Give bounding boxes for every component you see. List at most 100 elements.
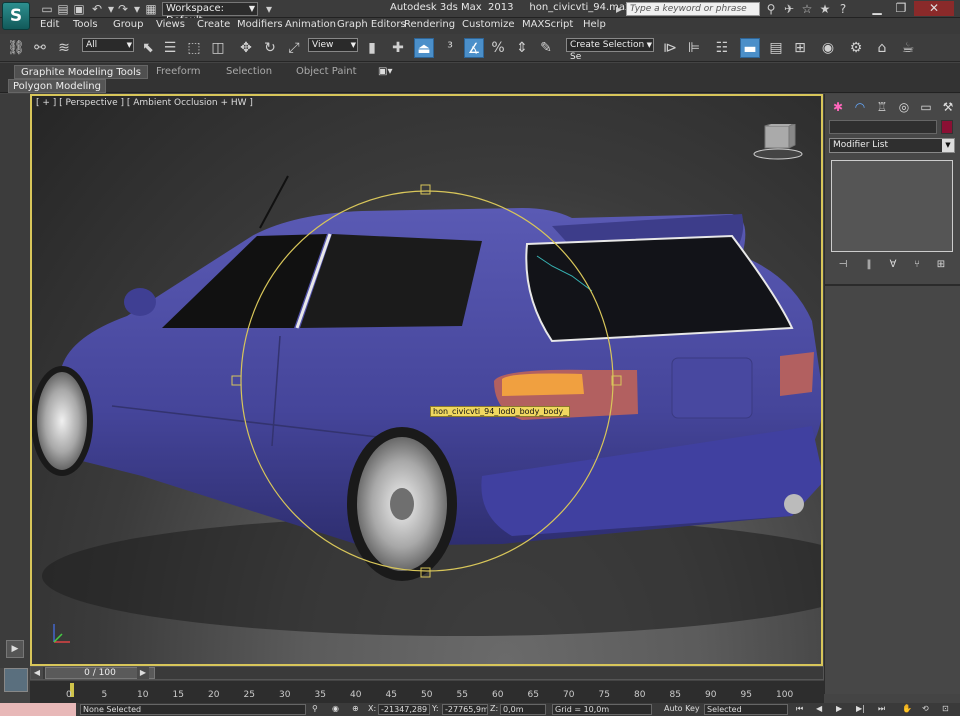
select-manipulate-icon[interactable]: ✚ [388, 38, 408, 58]
go-to-end-icon[interactable]: ⏭ [878, 704, 885, 714]
create-tab-icon[interactable]: ✱ [829, 98, 847, 116]
maximize-viewport-icon[interactable]: ⊡ [942, 704, 949, 713]
menu-views[interactable]: Views [156, 19, 185, 30]
prev-frame-icon[interactable]: ◀ [816, 704, 822, 713]
car-model[interactable] [32, 96, 823, 666]
menu-maxscript[interactable]: MAXScript [522, 19, 573, 30]
app-logo-button[interactable]: S [2, 2, 30, 30]
move-icon[interactable]: ✥ [236, 38, 256, 58]
hierarchy-tab-icon[interactable]: ♖ [873, 98, 891, 116]
render-teapot-icon[interactable]: ☕ [898, 38, 918, 58]
menu-animation[interactable]: Animation [285, 19, 336, 30]
snaps-toggle-icon[interactable]: ³ [440, 38, 460, 58]
x-coord-field[interactable]: -21347,289 [378, 704, 430, 715]
menu-help[interactable]: Help [583, 19, 606, 30]
window-crossing-icon[interactable]: ◫ [208, 38, 228, 58]
align-icon[interactable]: ⊫ [684, 38, 704, 58]
new-file-icon[interactable]: ▭ [40, 2, 54, 16]
minimize-button[interactable]: ▁ [866, 1, 888, 16]
maxscript-mini-listener[interactable] [0, 703, 76, 716]
next-frame-icon[interactable]: ▶| [856, 704, 865, 713]
ribbon-options-icon[interactable]: ▣▾ [372, 65, 398, 79]
remove-modifier-icon[interactable]: ⑂ [909, 258, 925, 272]
tab-selection[interactable]: Selection [220, 65, 278, 79]
time-slider-next-icon[interactable]: ▶ [137, 667, 149, 679]
modifier-stack-list[interactable] [831, 160, 953, 252]
rectangular-selection-icon[interactable]: ⬚ [184, 38, 204, 58]
auto-key-label[interactable]: Auto Key [664, 704, 700, 713]
display-tab-icon[interactable]: ▭ [917, 98, 935, 116]
select-by-name-icon[interactable]: ☰ [160, 38, 180, 58]
menu-tools[interactable]: Tools [73, 19, 98, 30]
panel-polygon-modeling[interactable]: Polygon Modeling [8, 79, 106, 93]
search-input[interactable]: Type a keyword or phrase [626, 2, 760, 16]
keyboard-shortcut-override-icon[interactable]: ⏏ [414, 38, 434, 58]
rendered-frame-icon[interactable]: ⌂ [872, 38, 892, 58]
perspective-viewport[interactable]: [ + ] [ Perspective ] [ Ambient Occlusio… [30, 94, 823, 666]
pan-icon[interactable]: ✋ [902, 704, 912, 713]
menu-customize[interactable]: Customize [462, 19, 515, 30]
named-selection-dropdown[interactable]: Create Selection Se ▼ [566, 38, 654, 62]
tab-object-paint[interactable]: Object Paint [290, 65, 363, 79]
orbit-icon[interactable]: ⟲ [922, 704, 929, 713]
maxscript-listener-button[interactable] [4, 668, 28, 692]
open-file-icon[interactable]: ▤ [56, 2, 70, 16]
project-folder-icon[interactable]: ▦ [144, 2, 158, 16]
modify-tab-icon[interactable]: ◠ [851, 98, 869, 116]
undo-icon[interactable]: ↶ [90, 2, 104, 16]
redo-dropdown-icon[interactable]: ▾ [130, 2, 144, 16]
track-bar[interactable]: 0 5 10 15 20 25 30 35 40 45 50 55 60 65 70 75 80 85 90 95 10… [30, 681, 824, 703]
configure-modifier-sets-icon[interactable]: ⊞ [933, 258, 949, 272]
edit-named-selection-icon[interactable]: ✎ [536, 38, 556, 58]
menu-modifiers[interactable]: Modifiers [237, 19, 283, 30]
favorites-icon[interactable]: ★ [818, 2, 832, 16]
tab-freeform[interactable]: Freeform [150, 65, 207, 79]
material-editor-icon[interactable]: ◉ [818, 38, 838, 58]
key-mode-dropdown[interactable]: Selected [704, 704, 788, 715]
unlink-icon[interactable]: ⚯ [30, 38, 50, 58]
tab-graphite-modeling-tools[interactable]: Graphite Modeling Tools [14, 65, 149, 79]
percent-snap-icon[interactable]: % [488, 38, 508, 58]
viewcube-icon[interactable] [753, 124, 803, 160]
menu-group[interactable]: Group [113, 19, 143, 30]
restore-button[interactable]: ❐ [890, 1, 912, 16]
curve-editor-icon[interactable]: ▤ [766, 38, 786, 58]
spinner-snap-icon[interactable]: ⇕ [512, 38, 532, 58]
scale-icon[interactable]: ⤢ [284, 38, 304, 58]
go-to-start-icon[interactable]: ⏮ [796, 704, 803, 714]
search-nav-icon[interactable]: ▸ [612, 2, 626, 16]
workspace-dropdown[interactable]: Workspace: Default▼ [162, 2, 258, 26]
absolute-mode-icon[interactable]: ⊕ [352, 704, 359, 713]
link-icon[interactable]: ⛓ [6, 38, 26, 58]
make-unique-icon[interactable]: ∀ [885, 258, 901, 272]
rotate-icon[interactable]: ↻ [260, 38, 280, 58]
menu-edit[interactable]: Edit [40, 19, 59, 30]
play-animation-button[interactable]: ▶ [6, 640, 24, 658]
object-color-swatch[interactable] [941, 120, 953, 134]
gizmo-handle-top[interactable] [420, 184, 431, 195]
help-icon[interactable]: ? [836, 2, 850, 16]
mirror-icon[interactable]: ⧐ [660, 38, 680, 58]
isolate-selection-icon[interactable]: ◉ [332, 704, 339, 713]
time-slider-prev-icon[interactable]: ◀ [31, 667, 43, 679]
binoculars-icon[interactable]: ⚲ [764, 2, 778, 16]
communication-center-icon[interactable]: ☆ [800, 2, 814, 16]
modifier-list-dropdown[interactable]: Modifier List ▼ [829, 138, 955, 153]
show-end-result-icon[interactable]: ‖ [861, 258, 877, 272]
quick-access-dropdown-icon[interactable]: ▾ [262, 2, 276, 16]
layer-manager-icon[interactable]: ☷ [712, 38, 732, 58]
subscription-icon[interactable]: ✈ [782, 2, 796, 16]
graphite-toggle-icon[interactable]: ▬ [740, 38, 760, 58]
reference-coordinate-dropdown[interactable]: View ▼ [308, 38, 358, 52]
lock-selection-icon[interactable]: ⚲ [312, 704, 318, 713]
save-file-icon[interactable]: ▣ [72, 2, 86, 16]
object-name-field[interactable] [829, 120, 937, 134]
menu-rendering[interactable]: Rendering [404, 19, 455, 30]
pin-stack-icon[interactable]: ⊣ [835, 258, 851, 272]
render-setup-icon[interactable]: ⚙ [846, 38, 866, 58]
pivot-center-icon[interactable]: ▮ [362, 38, 382, 58]
menu-create[interactable]: Create [197, 19, 230, 30]
redo-icon[interactable]: ↷ [116, 2, 130, 16]
y-coord-field[interactable]: -27765,9m [442, 704, 488, 715]
time-slider[interactable]: ◀ 0 / 100 ▶ [30, 666, 824, 680]
